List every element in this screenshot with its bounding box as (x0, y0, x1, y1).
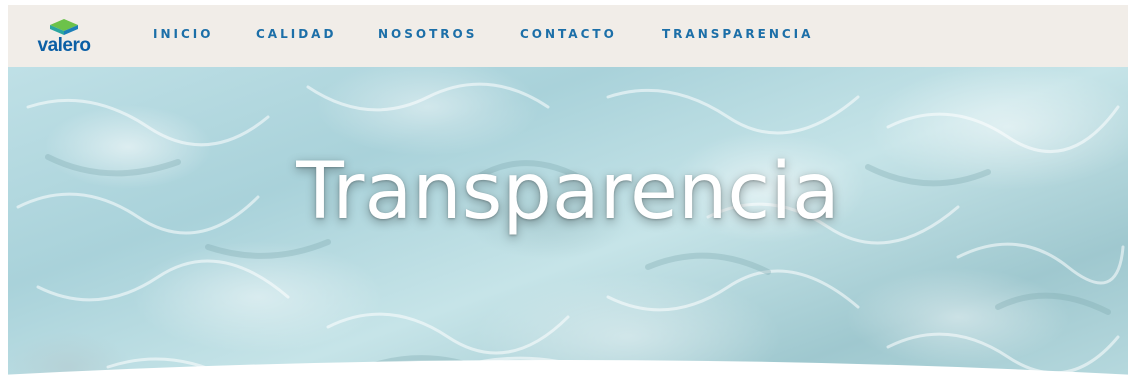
top-navigation-bar: valero INICIO CALIDAD NOSOTROS CONTACTO … (8, 5, 1128, 67)
nav-link-nosotros[interactable]: NOSOTROS (378, 27, 477, 41)
nav-link-calidad[interactable]: CALIDAD (256, 27, 336, 41)
nav-link-contacto[interactable]: CONTACTO (520, 27, 617, 41)
nav-link-transparencia[interactable]: TRANSPARENCIA (662, 27, 813, 41)
valero-logo-mark (50, 19, 78, 35)
nav-link-inicio[interactable]: INICIO (153, 27, 213, 41)
valero-logo[interactable]: valero (34, 13, 94, 63)
hero-bottom-curve (0, 360, 1136, 389)
page-title: Transparencia (296, 147, 840, 237)
valero-logo-text: valero (37, 35, 91, 56)
hero-banner: Transparencia (8, 67, 1128, 389)
